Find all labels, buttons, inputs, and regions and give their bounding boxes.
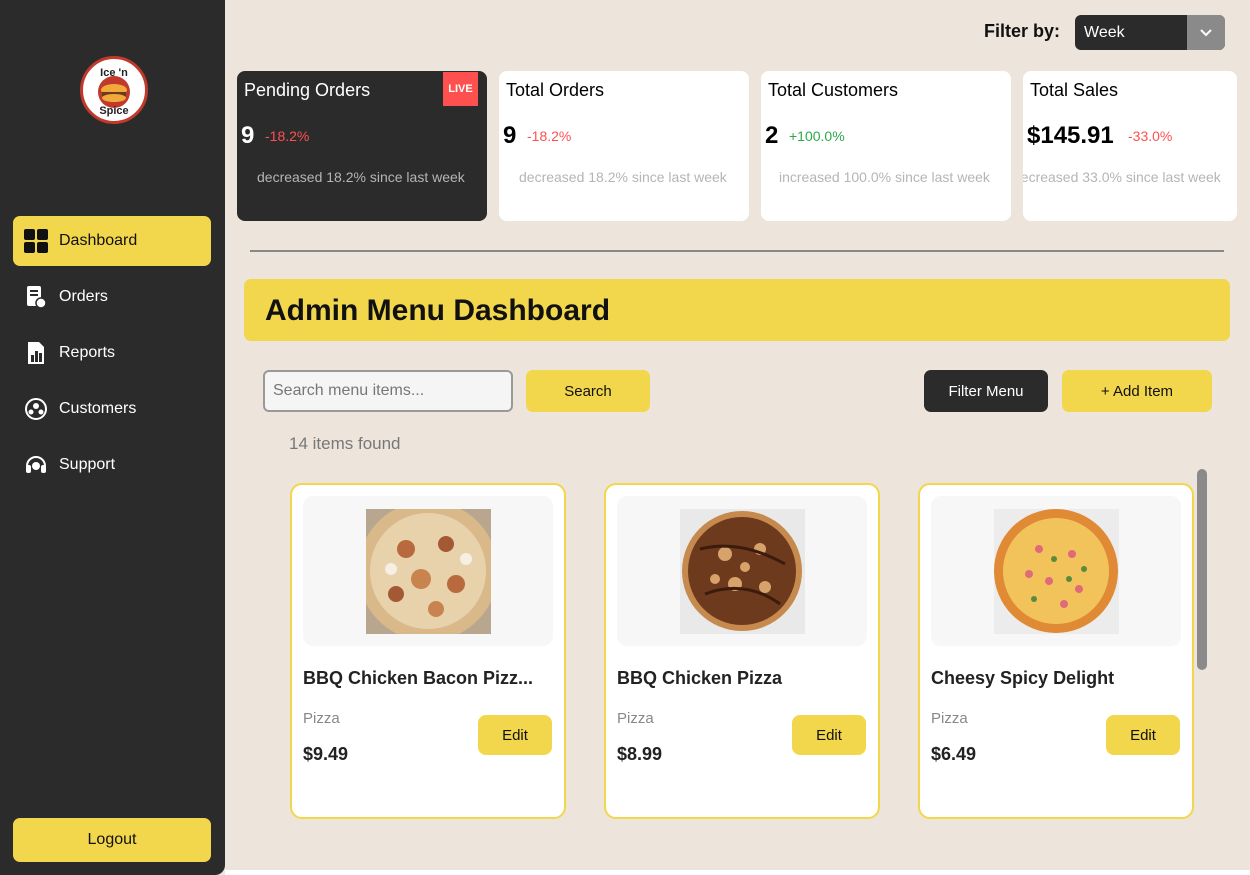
stat-title: Total Customers [768,80,899,100]
menu-item-card: BBQ Chicken Bacon Pizz... Pizza $9.49 Ed… [290,483,566,819]
logout-button[interactable]: Logout [13,818,211,862]
sidebar-item-label: Customers [59,400,137,417]
menu-item-card: BBQ Chicken Pizza Pizza $8.99 Edit [604,483,880,819]
sidebar: Ice 'n Spice Dashboard Orders Reports Cu… [0,0,225,875]
item-price: $6.49 [931,744,977,764]
stat-title: Pending Orders [244,80,371,100]
stat-title: Total Orders [506,80,605,100]
bottom-border [225,870,1250,875]
item-category: Pizza [303,710,340,727]
period-filter-select[interactable]: Week [1075,15,1225,50]
divider [250,250,1224,252]
stat-change: -18.2% [265,128,310,144]
stat-card-total-customers: Total Customers 2 +100.0% increased 100.… [761,71,1011,221]
support-headset-icon [23,452,49,478]
item-price: $9.49 [303,744,349,764]
sidebar-item-orders[interactable]: Orders [13,272,211,322]
search-button[interactable]: Search [526,370,650,412]
pizza-image [993,508,1119,634]
sidebar-item-label: Reports [59,344,116,361]
stat-card-total-sales: Total Sales $145.91 -33.0% decreased 33.… [1023,71,1237,221]
item-name: BBQ Chicken Bacon Pizz... [303,668,534,688]
items-count: 14 items found [289,434,401,453]
page-title: Admin Menu Dashboard [265,294,611,327]
stat-value: 9 [241,122,255,149]
item-name: BBQ Chicken Pizza [617,668,783,688]
sidebar-item-label: Support [59,456,116,473]
reports-chart-icon [23,340,49,366]
stat-description: decreased 33.0% since last week [1023,169,1221,185]
item-name: Cheesy Spicy Delight [931,668,1115,688]
page-banner: Admin Menu Dashboard [244,279,1230,341]
item-category: Pizza [617,710,654,727]
search-input[interactable] [263,370,513,412]
live-badge: LIVE [443,72,478,106]
stat-value: 9 [503,122,517,149]
filter-menu-button[interactable]: Filter Menu [924,370,1048,412]
sidebar-item-customers[interactable]: Customers [13,384,211,434]
edit-button[interactable]: Edit [792,715,866,755]
edit-button[interactable]: Edit [1106,715,1180,755]
menu-item-card: Cheesy Spicy Delight Pizza $6.49 Edit [918,483,1194,819]
sidebar-item-support[interactable]: Support [13,440,211,490]
sidebar-item-reports[interactable]: Reports [13,328,211,378]
edit-button[interactable]: Edit [478,715,552,755]
sidebar-item-dashboard[interactable]: Dashboard [13,216,211,266]
item-price: $8.99 [617,744,663,764]
item-category: Pizza [931,710,968,727]
stat-description: increased 100.0% since last week [779,169,990,185]
stat-card-pending-orders: Pending Orders LIVE 9 -18.2% decreased 1… [237,71,487,221]
pizza-image [679,508,805,634]
orders-document-icon [23,284,49,310]
filter-value: Week [1084,24,1125,41]
add-item-button[interactable]: + Add Item [1062,370,1212,412]
stat-value: $145.91 [1027,122,1114,149]
sidebar-item-label: Dashboard [59,232,138,249]
stat-card-total-orders: Total Orders 9 -18.2% decreased 18.2% si… [499,71,749,221]
stat-change: -18.2% [527,128,572,144]
sidebar-item-label: Orders [59,288,108,305]
scrollbar[interactable] [1197,469,1207,670]
logo-icon[interactable]: Ice 'n Spice [80,56,148,124]
item-image [931,496,1181,646]
customers-icon [23,396,49,422]
stat-value: 2 [765,122,779,149]
stat-change: -33.0% [1128,128,1173,144]
filter-label: Filter by: [984,21,1061,41]
item-image [303,496,553,646]
stat-title: Total Sales [1030,80,1119,100]
svg-text:Ice 'n: Ice 'n [100,67,128,79]
dashboard-grid-icon [23,228,49,254]
stat-description: decreased 18.2% since last week [519,169,727,185]
chevron-down-icon[interactable] [1187,15,1225,50]
stat-change: +100.0% [789,128,845,144]
item-image [617,496,867,646]
stat-description: decreased 18.2% since last week [257,169,465,185]
svg-text:Spice: Spice [99,105,128,117]
pizza-image [365,508,491,634]
